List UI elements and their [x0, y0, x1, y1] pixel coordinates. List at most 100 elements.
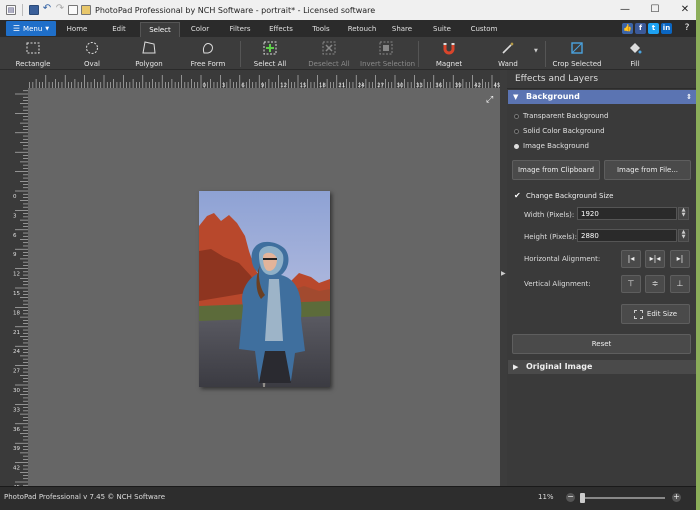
- width-input[interactable]: [577, 207, 677, 220]
- desktop-background-edge: [696, 0, 700, 510]
- menu-button[interactable]: ☰ Menu ▼: [6, 21, 56, 36]
- zoom-level: 11%: [538, 493, 554, 501]
- oval-tool[interactable]: Oval: [70, 39, 114, 69]
- move-section-icon[interactable]: ⇕: [686, 90, 692, 104]
- help-button[interactable]: ?: [680, 23, 694, 35]
- clipboard-icon[interactable]: [81, 5, 91, 15]
- align-top-button[interactable]: ⊤: [621, 275, 641, 293]
- ruler-label: 3: [222, 83, 226, 88]
- radio-selected-icon: [514, 143, 519, 149]
- divider: [545, 41, 546, 67]
- align-center-horizontal-button[interactable]: ▸|◂: [645, 250, 665, 268]
- undo-icon[interactable]: ↶: [42, 4, 52, 15]
- ruler-top: 0 3 6 9 12 15 18 21 24 27 30 33 36 39 42 45: [0, 70, 506, 88]
- ruler-label: 12: [13, 272, 20, 278]
- original-image-section-header[interactable]: ▶ Original Image: [508, 360, 697, 374]
- tab-color[interactable]: Color: [181, 22, 219, 37]
- image-from-file-button[interactable]: Image from File...: [604, 160, 691, 180]
- tab-retouch[interactable]: Retouch: [342, 22, 382, 37]
- solid-color-background-option[interactable]: Solid Color Background: [514, 127, 605, 135]
- tab-custom[interactable]: Custom: [463, 22, 505, 37]
- wand-tool[interactable]: Wand: [490, 39, 526, 69]
- tool-label: Magnet: [435, 60, 463, 68]
- ruler-label: 27: [13, 369, 20, 375]
- ruler-label: 24: [13, 349, 20, 355]
- invert-selection-tool[interactable]: Invert Selection: [360, 39, 415, 69]
- image-background-option[interactable]: Image Background: [514, 142, 589, 150]
- status-text: PhotoPad Professional v 7.45 © NCH Softw…: [4, 493, 165, 501]
- align-right-button[interactable]: ▸|: [670, 250, 690, 268]
- zoom-slider-track[interactable]: [580, 497, 665, 499]
- app-icon[interactable]: ▤: [6, 5, 16, 15]
- ruler-label: 12: [280, 83, 287, 88]
- tab-filters[interactable]: Filters: [221, 22, 259, 37]
- new-document-icon[interactable]: [68, 5, 78, 15]
- section-title: Original Image: [526, 362, 593, 371]
- tab-edit[interactable]: Edit: [100, 22, 138, 37]
- tool-label: Rectangle: [15, 60, 51, 68]
- align-center-vertical-button[interactable]: ≑: [645, 275, 665, 293]
- rectangle-tool[interactable]: Rectangle: [8, 39, 58, 69]
- image-from-clipboard-button[interactable]: Image from Clipboard: [512, 160, 600, 180]
- tab-effects[interactable]: Effects: [262, 22, 300, 37]
- ruler-label: 30: [13, 388, 20, 394]
- zoom-slider-thumb[interactable]: [580, 493, 585, 503]
- chevron-right-icon[interactable]: ▶: [501, 270, 506, 277]
- minimize-button[interactable]: —: [610, 0, 640, 20]
- twitter-icon[interactable]: t: [648, 23, 659, 34]
- ruler-label: 21: [13, 330, 20, 336]
- save-icon[interactable]: [29, 5, 39, 15]
- thumbs-up-icon[interactable]: 👍: [622, 23, 633, 34]
- effects-and-layers-panel: Effects and Layers ▼ Background ⇕ Transp…: [507, 70, 700, 486]
- change-background-size-checkbox[interactable]: ✔ Change Background Size: [514, 192, 613, 201]
- chevron-down-icon: ▼: [45, 25, 50, 32]
- ruler-label: 36: [13, 427, 20, 433]
- maximize-button[interactable]: ☐: [640, 0, 670, 20]
- section-title: Background: [526, 92, 580, 101]
- tab-tools[interactable]: Tools: [302, 22, 340, 37]
- reset-button[interactable]: Reset: [512, 334, 691, 354]
- zoom-in-button[interactable]: +: [672, 493, 681, 502]
- window-title: PhotoPad Professional by NCH Software - …: [95, 5, 376, 15]
- align-left-button[interactable]: |◂: [621, 250, 641, 268]
- ruler-label: 0: [13, 194, 17, 200]
- facebook-icon[interactable]: f: [635, 23, 646, 34]
- ruler-label: 42: [13, 466, 20, 472]
- freeform-tool[interactable]: Free Form: [185, 39, 231, 69]
- polygon-tool[interactable]: Polygon: [127, 39, 171, 69]
- fill-tool[interactable]: Fill: [618, 39, 652, 69]
- width-stepper[interactable]: ▲ ▼: [678, 207, 689, 220]
- select-all-tool[interactable]: Select All: [248, 39, 292, 69]
- canvas-image[interactable]: [199, 191, 330, 387]
- zoom-out-button[interactable]: −: [566, 493, 575, 502]
- align-bottom-button[interactable]: ⊥: [670, 275, 690, 293]
- width-label: Width (Pixels):: [524, 211, 575, 219]
- edit-size-button[interactable]: Edit Size: [621, 304, 690, 324]
- tab-home[interactable]: Home: [58, 22, 96, 37]
- linkedin-icon[interactable]: in: [661, 23, 672, 34]
- wand-dropdown-icon[interactable]: ▼: [534, 48, 538, 54]
- tool-label: Wand: [498, 60, 518, 68]
- height-stepper[interactable]: ▲ ▼: [678, 229, 689, 242]
- tool-label: Polygon: [135, 60, 163, 68]
- ruler-label: 0: [203, 83, 207, 88]
- panel-title: Effects and Layers: [507, 70, 700, 89]
- deselect-all-tool[interactable]: Deselect All: [306, 39, 352, 69]
- magnet-tool[interactable]: Magnet: [428, 39, 470, 69]
- tab-share[interactable]: Share: [383, 22, 421, 37]
- fullscreen-expand-icon[interactable]: ⤢: [486, 95, 496, 105]
- ruler-label: 18: [13, 310, 20, 316]
- option-label: Image Background: [523, 142, 589, 150]
- tab-suite[interactable]: Suite: [423, 22, 461, 37]
- redo-icon[interactable]: ↷: [55, 4, 65, 15]
- height-input[interactable]: [577, 229, 677, 242]
- transparent-background-option[interactable]: Transparent Background: [514, 112, 608, 120]
- ruler-label: 24: [358, 83, 365, 88]
- background-section-header[interactable]: ▼ Background ⇕: [508, 90, 697, 104]
- tool-label: Oval: [84, 60, 100, 68]
- tab-select[interactable]: Select: [140, 22, 180, 37]
- panel-splitter[interactable]: ▶: [500, 70, 507, 486]
- option-label: Solid Color Background: [523, 127, 605, 135]
- deselect-all-icon: [322, 41, 336, 55]
- crop-selected-tool[interactable]: Crop Selected: [552, 39, 602, 69]
